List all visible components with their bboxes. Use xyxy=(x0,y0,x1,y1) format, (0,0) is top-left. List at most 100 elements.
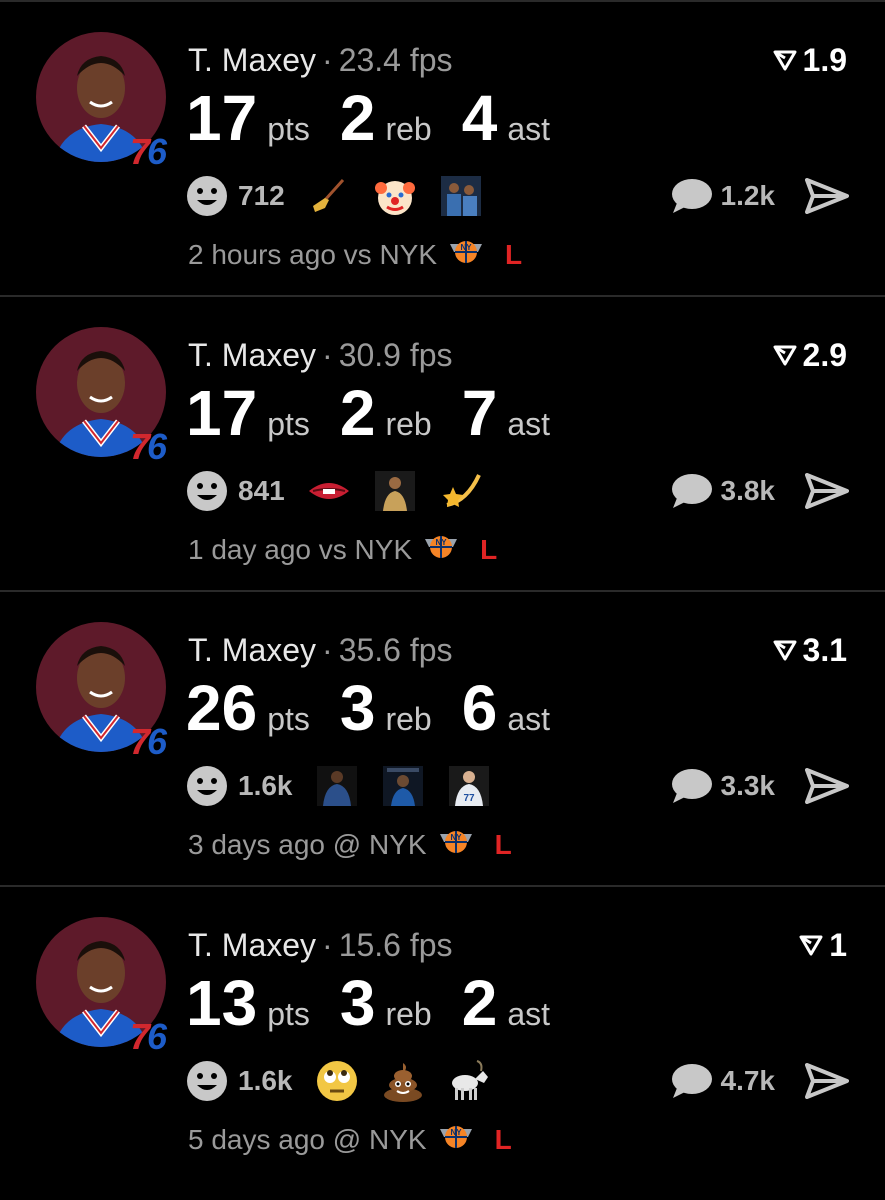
game-meta: 2 hours ago vs NYK NY L xyxy=(188,236,522,273)
rebounds-label: reb xyxy=(385,701,432,737)
player-photo-icon[interactable] xyxy=(373,469,417,513)
points-value: 17 xyxy=(186,82,258,154)
separator-dot: · xyxy=(322,927,333,963)
game-post-card[interactable]: 76 T. Maxey · 30.9 fps 2.9 17 pts 2 reb 7 ast… xyxy=(0,295,885,590)
rebounds-value: 2 xyxy=(339,377,376,449)
rebounds-value: 3 xyxy=(339,672,376,744)
comment-count: 3.8k xyxy=(720,475,776,506)
svg-text:NY: NY xyxy=(450,833,462,842)
opponent[interactable]: @ NYK xyxy=(333,1124,427,1156)
game-post-card[interactable]: 76 T. Maxey · 23.4 fps 1.9 17 pts 2 reb 4 ast… xyxy=(0,0,885,295)
points-label: pts xyxy=(267,111,310,147)
share-send-icon[interactable] xyxy=(805,473,849,509)
comment-count: 3.3k xyxy=(720,770,776,801)
post-title: T. Maxey · 35.6 fps xyxy=(188,630,453,670)
opponent[interactable]: @ NYK xyxy=(333,829,427,861)
svg-text:NY: NY xyxy=(450,1128,462,1137)
assists-value: 7 xyxy=(461,377,498,449)
smiley-reaction-icon[interactable] xyxy=(186,175,228,217)
poop-icon[interactable] xyxy=(381,1059,425,1103)
fantasy-points: 30.9 fps xyxy=(338,337,453,373)
player-card-icon[interactable] xyxy=(381,764,425,808)
separator-dot: · xyxy=(322,337,333,373)
clown-face-icon[interactable] xyxy=(373,174,417,218)
rank-icon xyxy=(773,50,797,71)
post-time: 3 days ago xyxy=(188,828,325,860)
rebounds-label: reb xyxy=(385,111,432,147)
smiley-reaction-icon[interactable] xyxy=(186,765,228,807)
reactions-bar: 712 xyxy=(186,174,505,218)
points-value: 26 xyxy=(186,672,258,744)
reaction-count: 1.6k xyxy=(238,1065,293,1096)
comment-bubble-icon[interactable] xyxy=(671,767,713,805)
share-send-icon[interactable] xyxy=(805,1063,849,1099)
comments-bar: 1.2k xyxy=(671,174,849,218)
rank-badge[interactable]: 1 xyxy=(799,925,847,965)
svg-text:NY: NY xyxy=(436,538,448,547)
eye-roll-face-icon[interactable] xyxy=(315,1059,359,1103)
game-result: L xyxy=(505,238,523,270)
share-send-icon[interactable] xyxy=(805,178,849,214)
game-post-card[interactable]: 76 T. Maxey · 35.6 fps 3.1 26 pts 3 reb 6 ast… xyxy=(0,590,885,885)
team-logo-76ers: 76 xyxy=(130,131,167,172)
reaction-count: 841 xyxy=(238,475,285,506)
fantasy-points: 15.6 fps xyxy=(338,927,453,963)
post-time: 5 days ago xyxy=(188,1123,325,1155)
stat-line: 13 pts 3 reb 2 ast xyxy=(186,965,580,1041)
share-send-icon[interactable] xyxy=(805,768,849,804)
comments-bar: 4.7k xyxy=(671,1059,849,1103)
comment-count: 1.2k xyxy=(720,180,776,211)
rank-badge[interactable]: 1.9 xyxy=(773,40,847,80)
stat-line: 17 pts 2 reb 4 ast xyxy=(186,80,580,156)
shooting-star-icon[interactable] xyxy=(439,469,483,513)
comments-bar: 3.8k xyxy=(671,469,849,513)
smiley-reaction-icon[interactable] xyxy=(186,1060,228,1102)
player-photo-icon[interactable] xyxy=(315,764,359,808)
broom-icon[interactable] xyxy=(307,174,351,218)
opponent[interactable]: vs NYK xyxy=(319,534,412,566)
assists-value: 6 xyxy=(461,672,498,744)
points-value: 17 xyxy=(186,377,258,449)
comment-bubble-icon[interactable] xyxy=(671,1062,713,1100)
rank-icon xyxy=(773,345,797,366)
rebounds-value: 3 xyxy=(339,967,376,1039)
reaction-count: 1.6k xyxy=(238,770,293,801)
separator-dot: · xyxy=(322,42,333,78)
points-label: pts xyxy=(267,701,310,737)
reactions-bar: 841 xyxy=(186,469,505,513)
stat-line: 17 pts 2 reb 7 ast xyxy=(186,375,580,451)
game-feed: 76 T. Maxey · 23.4 fps 1.9 17 pts 2 reb 4 ast… xyxy=(0,0,885,1200)
team-logo-76ers: 76 xyxy=(130,721,167,762)
comment-count: 4.7k xyxy=(720,1065,776,1096)
assists-label: ast xyxy=(507,996,550,1032)
players-photo-icon[interactable] xyxy=(439,174,483,218)
lip-bite-icon[interactable] xyxy=(307,469,351,513)
knicks-logo-icon: NY xyxy=(439,1121,473,1158)
opponent[interactable]: vs NYK xyxy=(344,239,437,271)
comment-bubble-icon[interactable] xyxy=(671,472,713,510)
game-meta: 1 day ago vs NYK NY L xyxy=(188,531,497,568)
reaction-count: 712 xyxy=(238,180,285,211)
goat-icon[interactable] xyxy=(447,1059,491,1103)
post-time: 2 hours ago xyxy=(188,238,336,270)
player-name[interactable]: T. Maxey xyxy=(188,632,316,668)
rank-badge[interactable]: 2.9 xyxy=(773,335,847,375)
points-label: pts xyxy=(267,406,310,442)
player-jersey-photo-icon[interactable]: 77 xyxy=(447,764,491,808)
rank-icon xyxy=(773,640,797,661)
rebounds-label: reb xyxy=(385,996,432,1032)
game-result: L xyxy=(480,533,498,565)
stat-line: 26 pts 3 reb 6 ast xyxy=(186,670,580,746)
player-name[interactable]: T. Maxey xyxy=(188,42,316,78)
smiley-reaction-icon[interactable] xyxy=(186,470,228,512)
rank-badge[interactable]: 3.1 xyxy=(773,630,847,670)
rank-icon xyxy=(799,935,823,956)
rebounds-label: reb xyxy=(385,406,432,442)
comment-bubble-icon[interactable] xyxy=(671,177,713,215)
points-label: pts xyxy=(267,996,310,1032)
rank-value: 1.9 xyxy=(802,42,847,78)
player-name[interactable]: T. Maxey xyxy=(188,337,316,373)
player-name[interactable]: T. Maxey xyxy=(188,927,316,963)
fantasy-points: 35.6 fps xyxy=(338,632,453,668)
game-post-card[interactable]: 76 T. Maxey · 15.6 fps 1 13 pts 3 reb 2 ast 1… xyxy=(0,885,885,1180)
